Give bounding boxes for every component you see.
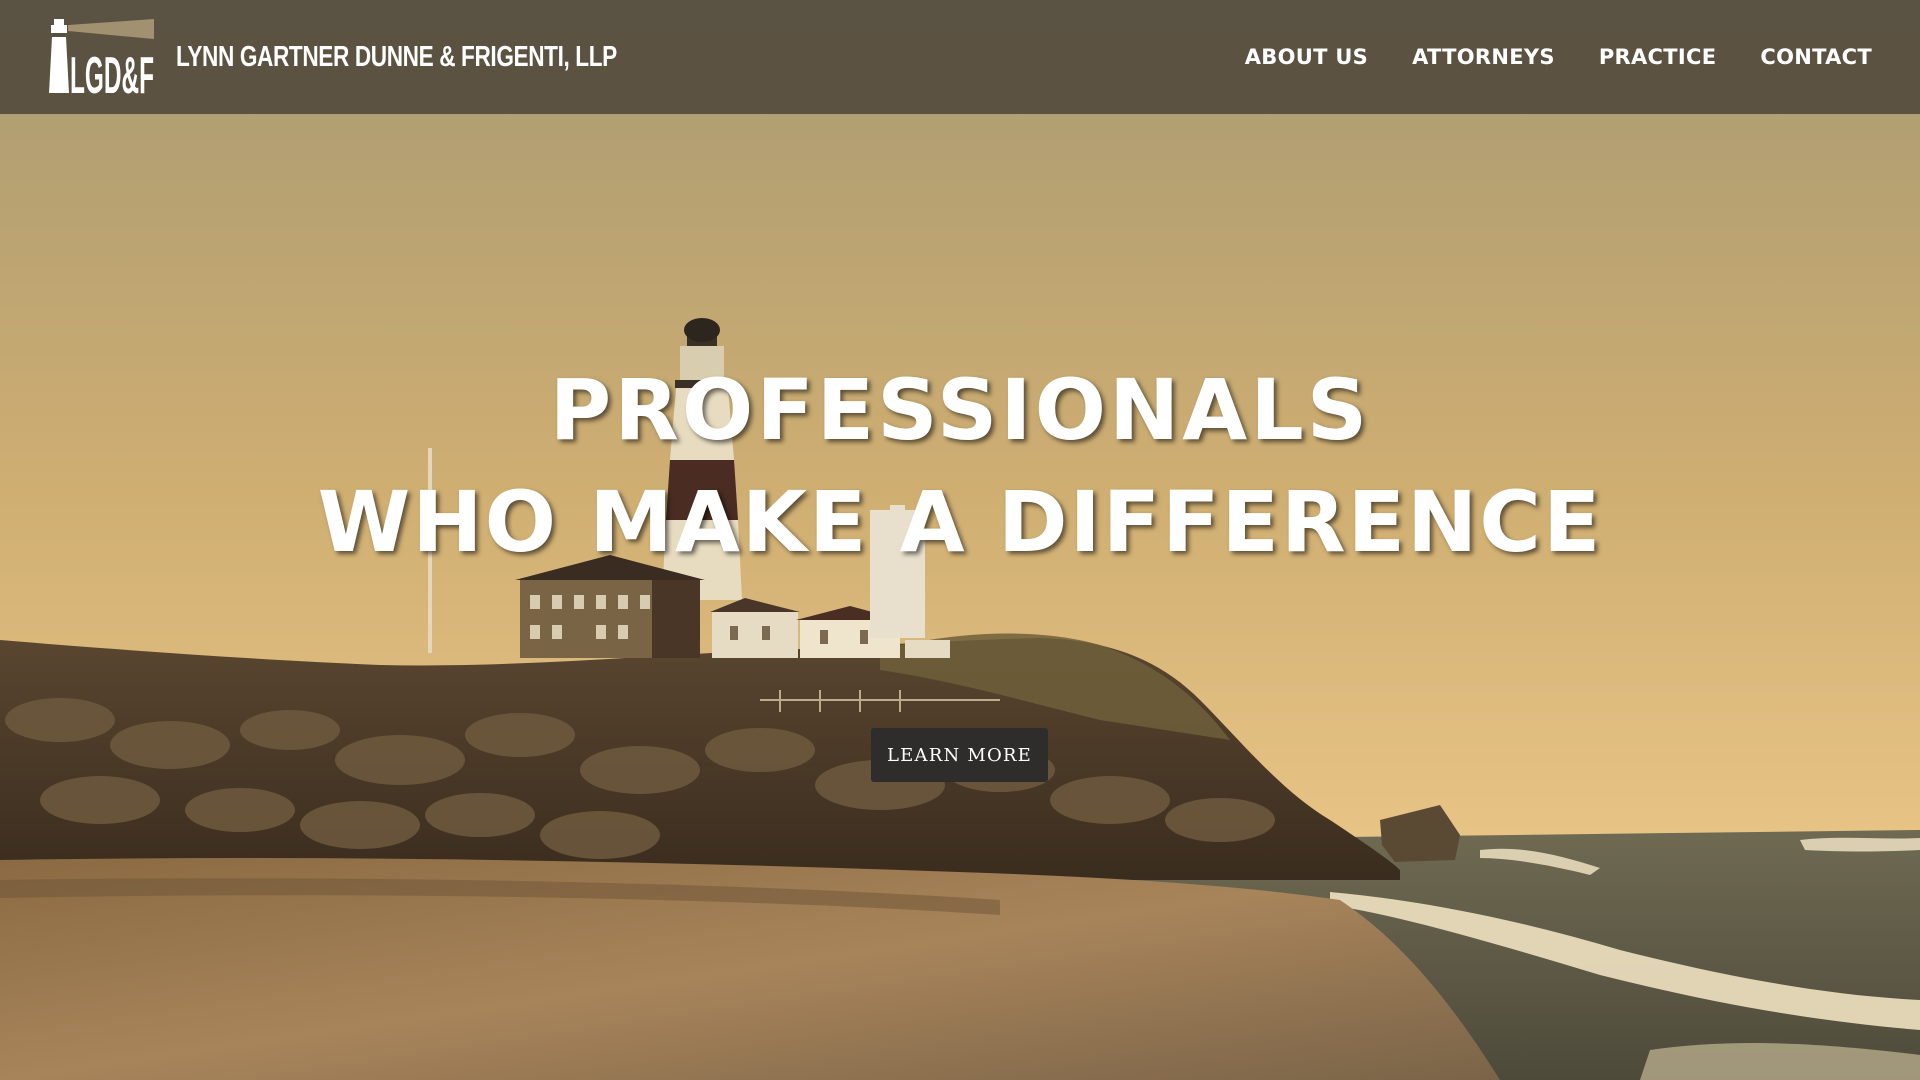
- logo-letters: LGD&F: [70, 47, 154, 99]
- nav-attorneys[interactable]: ATTORNEYS: [1412, 45, 1555, 69]
- site-header: LGD&F LYNN GARTNER DUNNE & FRIGENTI, LLP…: [0, 0, 1920, 114]
- main-nav: ABOUT US ATTORNEYS PRACTICE CONTACT: [1245, 45, 1872, 69]
- nav-about-us[interactable]: ABOUT US: [1245, 45, 1368, 69]
- headline-line-2: WHO MAKE A DIFFERENCE: [317, 473, 1603, 571]
- nav-practice[interactable]: PRACTICE: [1599, 45, 1717, 69]
- hero-headline: PROFESSIONALS WHO MAKE A DIFFERENCE: [0, 354, 1920, 578]
- nav-contact[interactable]: CONTACT: [1760, 45, 1872, 69]
- brand-home-link[interactable]: LGD&F LYNN GARTNER DUNNE & FRIGENTI, LLP: [44, 15, 741, 99]
- firm-name: LYNN GARTNER DUNNE & FRIGENTI, LLP: [176, 40, 617, 73]
- lighthouse-logo-icon: LGD&F: [49, 19, 154, 99]
- headline-line-1: PROFESSIONALS: [549, 361, 1371, 459]
- learn-more-button[interactable]: LEARN MORE: [871, 728, 1048, 782]
